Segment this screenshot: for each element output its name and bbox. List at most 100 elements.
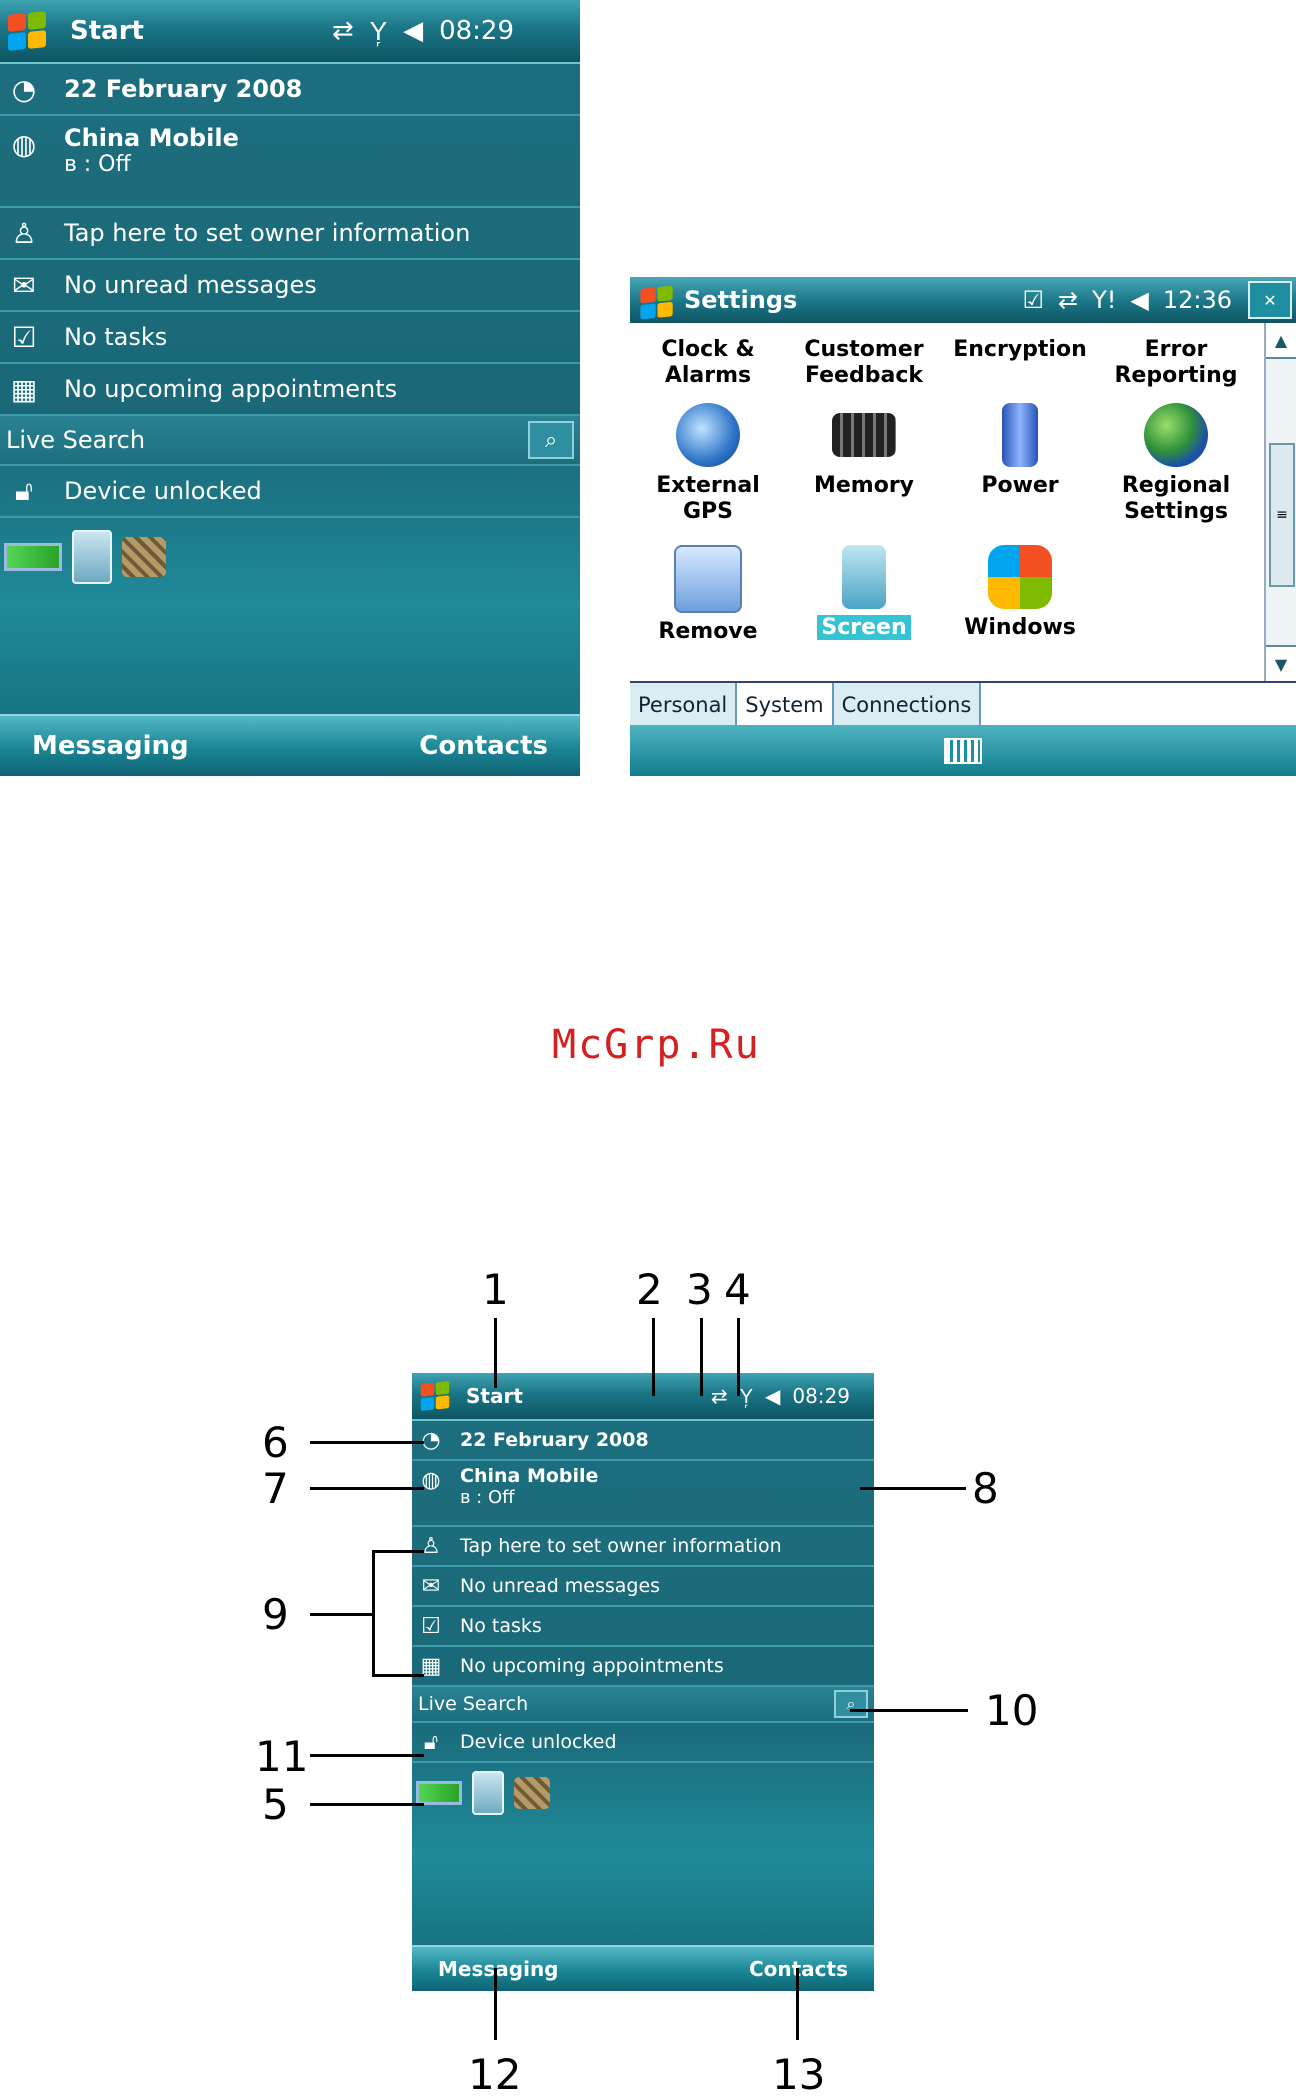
checkbox-icon[interactable]: ☑ (1022, 286, 1044, 314)
date-row[interactable]: ◔ 22 February 2008 (0, 64, 580, 116)
settings-item-remove[interactable]: Remove (630, 545, 786, 645)
appointments-row[interactable]: ▦ No upcoming appointments (412, 1647, 874, 1687)
memory-icon[interactable] (514, 1777, 550, 1809)
connectivity-icon[interactable]: ⇄ (1058, 286, 1078, 314)
device-icon[interactable] (72, 530, 112, 584)
battery-icon[interactable] (4, 543, 62, 571)
messaging-softkey[interactable]: Messaging (412, 1957, 585, 1981)
settings-item-customer-feedback[interactable]: Customer Feedback (786, 337, 942, 389)
settings-item-power[interactable]: Power (942, 403, 1098, 499)
messages-label: No unread messages (460, 1575, 661, 1597)
callout-3: 3 (686, 1265, 713, 1314)
messages-row[interactable]: ✉ No unread messages (0, 260, 580, 312)
device-lock-row[interactable]: 🔓︎ Device unlocked (412, 1723, 874, 1763)
owner-row[interactable]: ♙ Tap here to set owner information (0, 208, 580, 260)
leader-line-11 (310, 1754, 424, 1757)
appointments-label: No upcoming appointments (460, 1655, 724, 1677)
windows-start-icon[interactable] (637, 283, 673, 320)
leader-line-7 (310, 1487, 424, 1490)
settings-item-memory[interactable]: Memory (786, 403, 942, 499)
connectivity-icon[interactable]: ⇄ (332, 16, 354, 46)
settings-item-encryption[interactable]: Encryption (942, 337, 1098, 363)
callout-4: 4 (724, 1265, 751, 1314)
signal-icon[interactable]: Y᷊ (370, 16, 387, 47)
tasks-row[interactable]: ☑ No tasks (412, 1607, 874, 1647)
device-icon[interactable] (472, 1771, 504, 1815)
soft-key-bar: Messaging Contacts (0, 714, 580, 776)
messaging-softkey[interactable]: Messaging (0, 731, 221, 761)
settings-title: Settings (684, 286, 798, 314)
watermark: McGrp.Ru (552, 1022, 761, 1068)
windows-start-icon[interactable] (4, 8, 50, 54)
settings-item-error-reporting[interactable]: Error Reporting (1098, 337, 1254, 389)
tab-connections[interactable]: Connections (833, 683, 982, 727)
memory-icon[interactable] (122, 537, 166, 577)
leader-bracket-9-bottom (372, 1674, 424, 1677)
leader-line-8 (860, 1487, 966, 1490)
title-bar: Start ⇄ Y᷊ ◀︎ 08:29 (412, 1373, 874, 1421)
messages-row[interactable]: ✉ No unread messages (412, 1567, 874, 1607)
scroll-up-icon[interactable]: ▲ (1266, 323, 1296, 359)
calendar-icon: ▦ (10, 372, 38, 406)
search-icon[interactable]: ⌕ (834, 1690, 868, 1718)
live-search-bar[interactable]: Live Search ⌕ (0, 416, 580, 466)
connectivity-icon[interactable]: ⇄ (711, 1384, 728, 1408)
item-label: Regional Settings (1121, 473, 1231, 524)
scroll-down-icon[interactable]: ▼ (1266, 645, 1296, 681)
appointments-row[interactable]: ▦ No upcoming appointments (0, 364, 580, 416)
tasks-label: No tasks (460, 1615, 542, 1637)
messages-label: No unread messages (64, 271, 317, 299)
earth-icon (1144, 403, 1208, 467)
vertical-scrollbar[interactable]: ▲ ≡ ▼ (1264, 323, 1296, 681)
callout-11: 11 (255, 1732, 309, 1781)
windows-start-icon[interactable] (418, 1379, 453, 1414)
callout-5: 5 (262, 1780, 289, 1829)
item-label: Customer Feedback (804, 337, 924, 388)
device-lock-row[interactable]: 🔓︎ Device unlocked (0, 466, 580, 518)
signal-icon[interactable]: Y᷊ (740, 1384, 753, 1409)
search-label: Live Search (418, 1693, 529, 1715)
bluetooth-icon: ʙ (64, 152, 77, 177)
contacts-softkey[interactable]: Contacts (387, 731, 580, 761)
volume-icon[interactable]: ◀︎ (1130, 286, 1148, 314)
owner-icon: ♙ (421, 1533, 441, 1559)
volume-icon[interactable]: ◀︎ (403, 16, 423, 46)
settings-item-external-gps[interactable]: External GPS (630, 403, 786, 525)
leader-line-4 (737, 1318, 740, 1396)
callout-9: 9 (262, 1590, 289, 1639)
tab-system[interactable]: System (737, 683, 834, 727)
item-label: Error Reporting (1114, 337, 1238, 388)
volume-icon[interactable]: ◀︎ (765, 1384, 780, 1408)
callout-10: 10 (985, 1686, 1039, 1735)
clock-time[interactable]: 08:29 (439, 16, 514, 46)
annotated-today-screen: Start ⇄ Y᷊ ◀︎ 08:29 ◔ 22 February 2008 ◍… (412, 1373, 874, 1991)
close-button[interactable]: ✕ (1248, 281, 1292, 319)
clock-time[interactable]: 12:36 (1163, 286, 1232, 314)
scroll-thumb[interactable]: ≡ (1269, 443, 1295, 587)
signal-icon[interactable]: Y! (1092, 286, 1116, 314)
owner-row[interactable]: ♙ Tap here to set owner information (412, 1527, 874, 1567)
settings-item-windows[interactable]: Windows (942, 545, 1098, 641)
clock-time[interactable]: 08:29 (792, 1384, 850, 1408)
tab-personal[interactable]: Personal (630, 683, 738, 727)
settings-item-regional[interactable]: Regional Settings (1098, 403, 1254, 525)
date-row[interactable]: ◔ 22 February 2008 (412, 1421, 874, 1461)
tasks-row[interactable]: ☑ No tasks (0, 312, 580, 364)
search-icon[interactable]: ⌕ (528, 421, 574, 459)
bluetooth-status: : Off (83, 152, 131, 177)
carrier-label: China Mobile (460, 1465, 599, 1487)
date-label: 22 February 2008 (460, 1429, 649, 1451)
tasks-label: No tasks (64, 323, 168, 351)
live-search-bar[interactable]: Live Search ⌕ (412, 1687, 874, 1723)
start-menu-label[interactable]: Start (70, 16, 144, 46)
appointments-label: No upcoming appointments (64, 375, 398, 403)
battery-icon[interactable] (416, 1781, 462, 1805)
clock-icon: ◔ (421, 1427, 441, 1453)
settings-item-clock[interactable]: Clock & Alarms (630, 337, 786, 389)
envelope-icon: ✉ (12, 268, 36, 302)
carrier-row[interactable]: ◍ China Mobile ʙ : Off (412, 1461, 874, 1527)
keyboard-icon[interactable] (944, 737, 982, 764)
settings-item-screen[interactable]: Screen (786, 545, 942, 641)
carrier-row[interactable]: ◍ China Mobile ʙ : Off (0, 116, 580, 208)
phone-icon: ◍ (11, 127, 37, 161)
